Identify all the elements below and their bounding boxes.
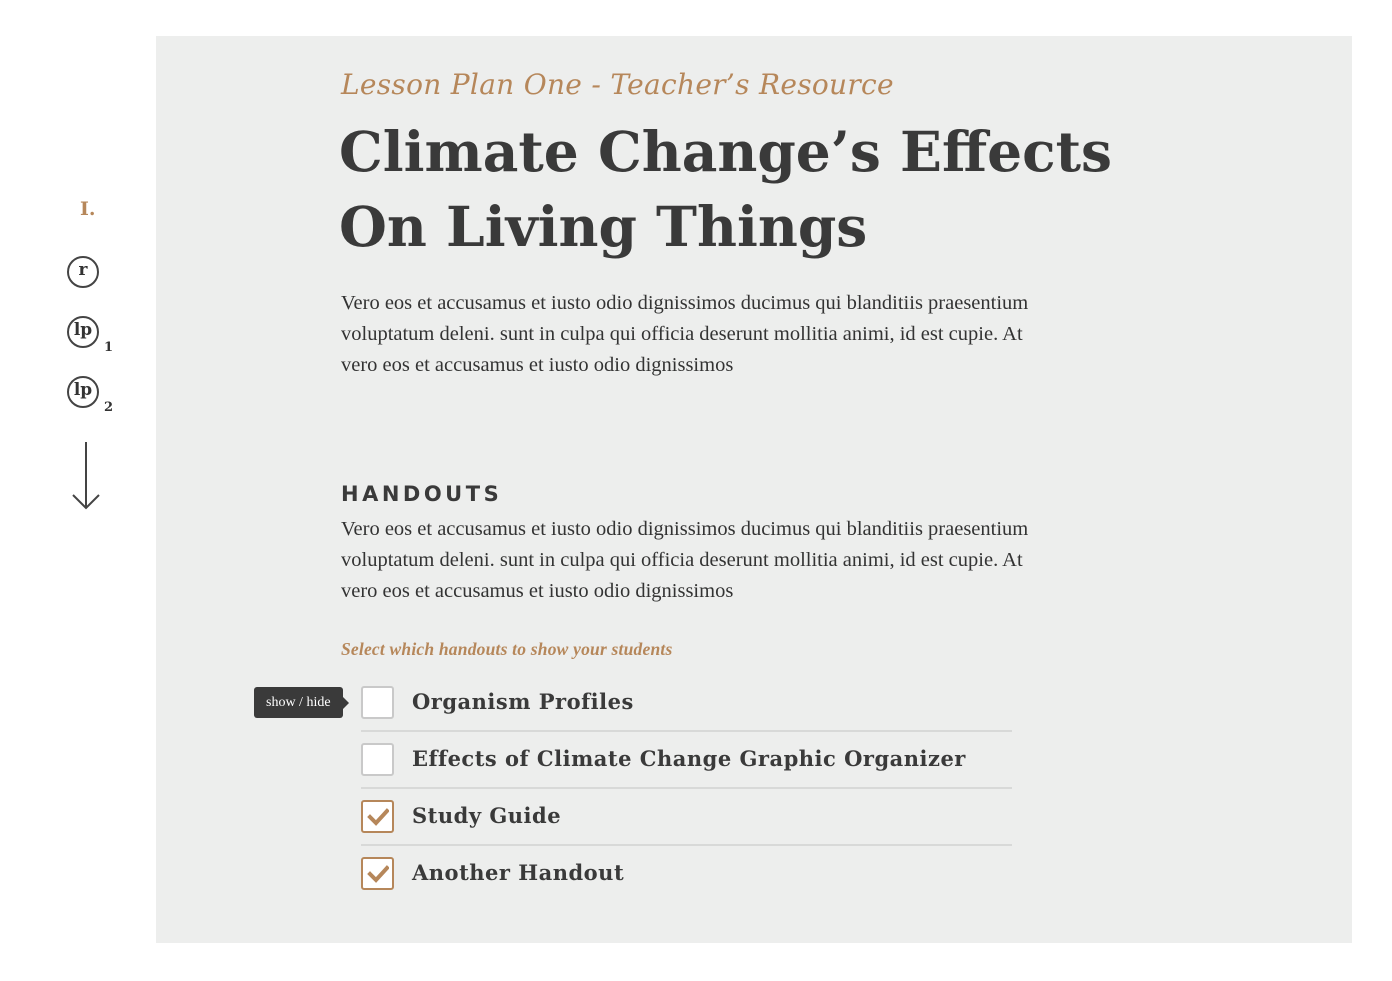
- nav-lesson-plan-2-button[interactable]: lp: [67, 376, 99, 408]
- handouts-heading: HANDOUTS: [341, 482, 503, 506]
- page-kicker: Lesson Plan One - Teacher’s Resource: [341, 68, 894, 101]
- handout-label: Organism Profiles: [412, 689, 634, 714]
- handout-item[interactable]: Study Guide: [361, 790, 1012, 846]
- nav-lesson-plan-1-button[interactable]: lp: [67, 316, 99, 348]
- checkmark-icon: [366, 864, 389, 883]
- nav-lesson-plan-1-label: lp: [73, 319, 93, 340]
- checkmark-icon: [366, 807, 389, 826]
- handout-item[interactable]: Effects of Climate Change Graphic Organi…: [361, 733, 1012, 789]
- handouts-instruction: Select which handouts to show your stude…: [341, 639, 673, 659]
- handout-list: Organism Profiles Effects of Climate Cha…: [361, 676, 1012, 903]
- show-hide-tooltip: show / hide: [254, 687, 349, 718]
- handout-label: Study Guide: [412, 803, 562, 828]
- handout-checkbox-graphic-organizer[interactable]: [361, 743, 394, 776]
- nav-resource-button[interactable]: r: [67, 256, 99, 288]
- handout-label: Another Handout: [412, 860, 625, 885]
- arrow-down-icon[interactable]: [70, 440, 102, 512]
- intro-paragraph: Vero eos et accusamus et iusto odio dign…: [341, 292, 1029, 376]
- page: I. r lp 1 lp 2 Lesson Plan One - Teacher…: [0, 0, 1392, 981]
- nav-lesson-plan-2-subscript: 2: [104, 400, 114, 415]
- handout-checkbox-study-guide[interactable]: [361, 800, 394, 833]
- handout-checkbox-organism-profiles[interactable]: [361, 686, 394, 719]
- handout-item[interactable]: Another Handout: [361, 847, 1012, 903]
- nav-resource-label: r: [78, 259, 88, 280]
- section-nav: I. r lp 1 lp 2: [0, 0, 156, 981]
- handout-item[interactable]: Organism Profiles: [361, 676, 1012, 732]
- nav-lesson-plan-1-subscript: 1: [104, 340, 114, 355]
- section-numeral: I.: [80, 198, 96, 220]
- nav-lesson-plan-2-label: lp: [73, 379, 93, 400]
- page-title: Climate Change’s Effects On Living Thing…: [339, 119, 1112, 259]
- handouts-paragraph: Vero eos et accusamus et iusto odio dign…: [341, 518, 1029, 602]
- handout-checkbox-another-handout[interactable]: [361, 857, 394, 890]
- handout-label: Effects of Climate Change Graphic Organi…: [412, 746, 966, 771]
- content-panel: Lesson Plan One - Teacher’s Resource Cli…: [156, 36, 1352, 943]
